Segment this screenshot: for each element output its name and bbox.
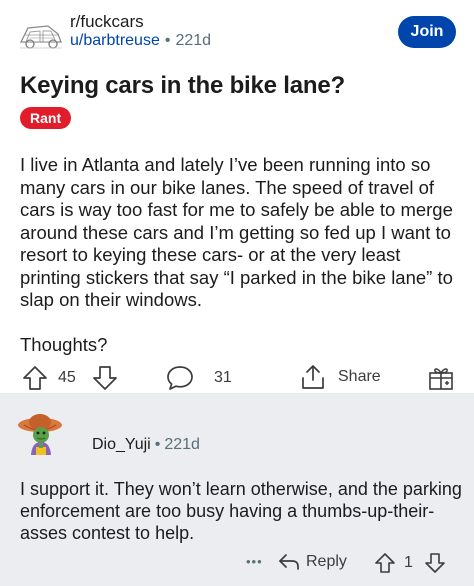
speech-bubble-icon	[166, 365, 194, 391]
comment-count[interactable]: 31	[214, 369, 232, 387]
post-body-paragraph: Thoughts?	[20, 333, 108, 355]
reply-arrow-icon	[278, 552, 300, 572]
post-flair[interactable]: Rant	[20, 107, 72, 129]
more-options-button[interactable]: •••	[246, 554, 263, 569]
share-button[interactable]: Share	[300, 364, 381, 390]
arrow-up-icon	[22, 365, 48, 391]
comment-author[interactable]: Dio_Yuji	[92, 436, 151, 453]
arrow-down-icon	[424, 552, 446, 574]
comment-vote-count: 1	[404, 554, 413, 571]
post-age: 221d	[175, 32, 212, 49]
downvote-button[interactable]	[92, 365, 118, 391]
arrow-up-icon	[374, 552, 396, 574]
post-meta: u/barbtreuse • 221d	[70, 32, 211, 50]
comment-downvote-button[interactable]	[424, 552, 446, 574]
comment-meta: Dio_Yuji • 221d	[92, 436, 200, 454]
share-label: Share	[338, 368, 381, 385]
share-icon	[300, 364, 326, 390]
comment-age: 221d	[164, 436, 200, 453]
vote-count: 45	[58, 369, 76, 386]
join-button[interactable]: Join	[398, 16, 456, 48]
post-body: I live in Atlanta and lately I’ve been r…	[20, 154, 465, 356]
subreddit-avatar[interactable]	[18, 14, 64, 52]
meta-separator: •	[154, 436, 161, 453]
post-author[interactable]: u/barbtreuse	[70, 32, 160, 49]
reply-label: Reply	[306, 553, 347, 570]
comment-section: Dio_Yuji • 221d I support it. They won’t l…	[0, 393, 474, 586]
meta-separator: •	[164, 32, 171, 49]
post-body-paragraph: I live in Atlanta and lately I’ve been r…	[20, 154, 453, 310]
commenter-avatar[interactable]	[14, 411, 64, 461]
comment-upvote-button[interactable]	[374, 552, 396, 574]
reply-button[interactable]: Reply	[278, 552, 347, 572]
comments-button[interactable]	[166, 365, 194, 391]
post-card: r/fuckcars u/barbtreuse • 221d Join Keying…	[0, 0, 474, 393]
subreddit-name[interactable]: r/fuckcars	[70, 12, 144, 32]
comment-action-bar: ••• Reply 1	[0, 552, 474, 576]
post-action-bar: 45 31 Share	[0, 362, 474, 394]
arrow-down-icon	[92, 365, 118, 391]
award-icon	[428, 365, 454, 391]
upvote-button[interactable]	[22, 365, 48, 391]
post-title: Keying cars in the bike lane?	[20, 72, 345, 99]
comment-body: I support it. They won’t learn otherwise…	[20, 479, 462, 543]
award-button[interactable]	[428, 365, 454, 391]
ellipsis-icon: •••	[246, 554, 263, 569]
